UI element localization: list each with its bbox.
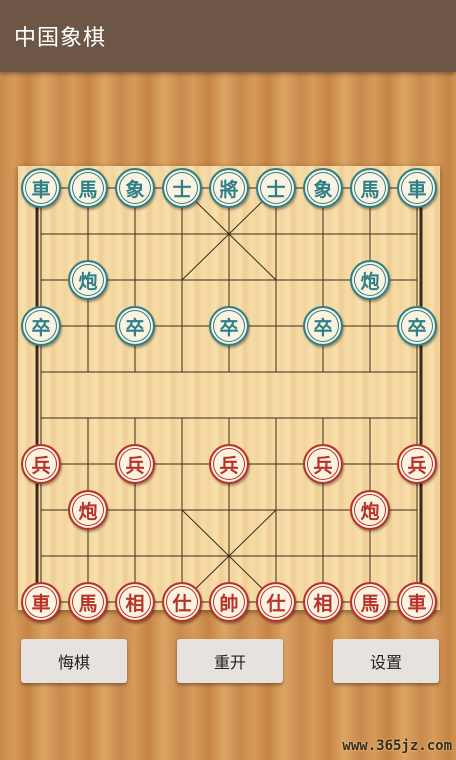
red-piece[interactable]: 相 <box>303 582 343 622</box>
red-piece[interactable]: 車 <box>397 582 437 622</box>
red-piece[interactable]: 兵 <box>21 444 61 484</box>
black-piece[interactable]: 將 <box>209 168 249 208</box>
black-piece[interactable]: 卒 <box>303 306 343 346</box>
black-piece[interactable]: 卒 <box>397 306 437 346</box>
black-piece[interactable]: 卒 <box>115 306 155 346</box>
watermark-text: www.365jz.com <box>342 738 452 754</box>
black-piece[interactable]: 象 <box>115 168 155 208</box>
red-piece[interactable]: 兵 <box>397 444 437 484</box>
title-bar: 中国象棋 <box>0 0 456 72</box>
red-piece[interactable]: 仕 <box>162 582 202 622</box>
black-piece[interactable]: 炮 <box>350 260 390 300</box>
black-piece[interactable]: 馬 <box>68 168 108 208</box>
black-piece[interactable]: 炮 <box>68 260 108 300</box>
black-piece[interactable]: 象 <box>303 168 343 208</box>
black-piece[interactable]: 卒 <box>21 306 61 346</box>
red-piece[interactable]: 馬 <box>68 582 108 622</box>
black-piece[interactable]: 士 <box>256 168 296 208</box>
board-grid <box>35 184 423 606</box>
black-piece[interactable]: 卒 <box>209 306 249 346</box>
red-piece[interactable]: 馬 <box>350 582 390 622</box>
app-title: 中国象棋 <box>14 26 107 51</box>
settings-button[interactable]: 设置 <box>333 639 439 683</box>
black-piece[interactable]: 士 <box>162 168 202 208</box>
red-piece[interactable]: 仕 <box>256 582 296 622</box>
black-piece[interactable]: 車 <box>397 168 437 208</box>
red-piece[interactable]: 兵 <box>209 444 249 484</box>
black-piece[interactable]: 馬 <box>350 168 390 208</box>
undo-button[interactable]: 悔棋 <box>21 639 127 683</box>
red-piece[interactable]: 炮 <box>68 490 108 530</box>
black-piece[interactable]: 車 <box>21 168 61 208</box>
chess-board[interactable]: 車馬象士將士象馬車炮炮卒卒卒卒卒兵兵兵兵兵炮炮車馬相仕帥仕相馬車 <box>18 166 440 622</box>
red-piece[interactable]: 車 <box>21 582 61 622</box>
red-piece[interactable]: 兵 <box>303 444 343 484</box>
red-piece[interactable]: 炮 <box>350 490 390 530</box>
restart-button[interactable]: 重开 <box>177 639 283 683</box>
red-piece[interactable]: 帥 <box>209 582 249 622</box>
red-piece[interactable]: 兵 <box>115 444 155 484</box>
red-piece[interactable]: 相 <box>115 582 155 622</box>
